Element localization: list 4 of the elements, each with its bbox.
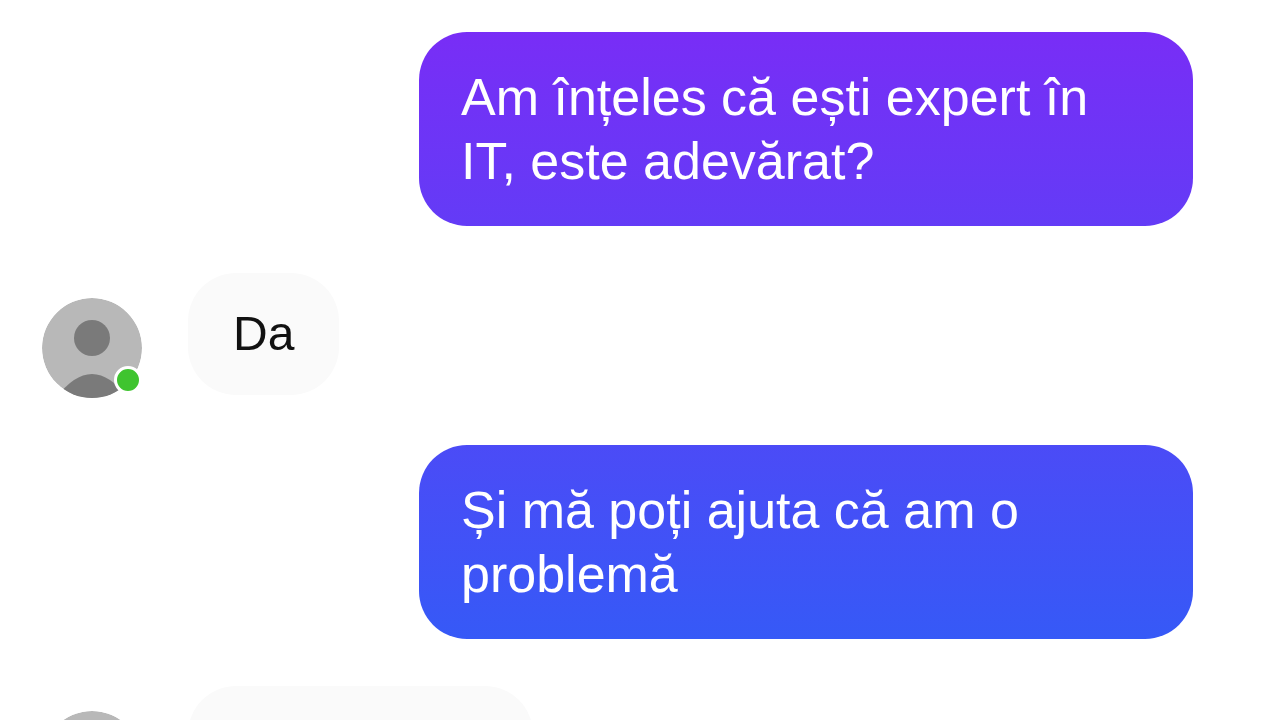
avatar-silhouette-icon [42, 298, 142, 398]
received-message-bubble: Da [188, 273, 340, 395]
sent-message-bubble: Și mă poți ajuta că am o problemă [419, 445, 1193, 639]
sent-message-bubble: Am înțeles că ești expert în IT, este adevărat? [419, 32, 1193, 226]
